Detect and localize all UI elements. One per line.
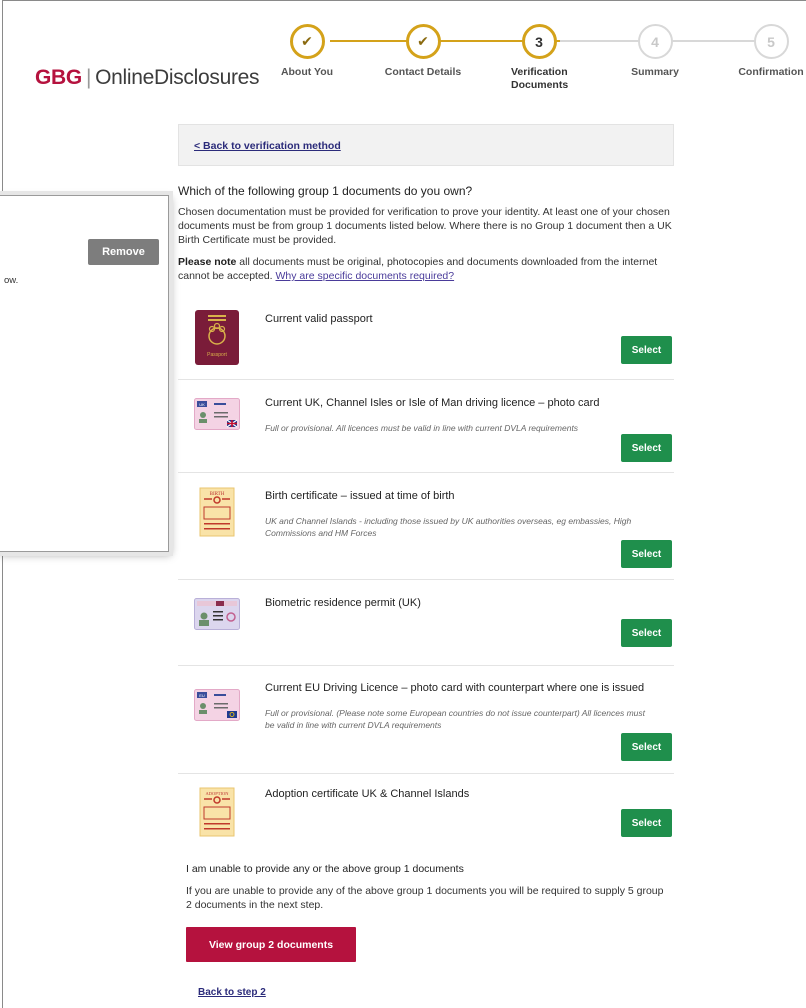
uk-licence-icon: UK: [194, 398, 240, 435]
note-text: Please note all documents must be origin…: [178, 255, 674, 283]
document-description: Full or provisional. (Please note some E…: [265, 708, 646, 730]
step-label: Confirmation: [738, 66, 804, 78]
document-title: Adoption certificate UK & Channel Island…: [265, 788, 470, 800]
step-number: 3: [521, 24, 557, 59]
step-about-you: ✔ About You: [257, 24, 357, 79]
step-number: 4: [637, 24, 673, 59]
eu-licence-icon: EU: [194, 689, 240, 726]
step-check-icon: ✔: [405, 24, 441, 59]
document-list: Passport Current valid passport Select U…: [178, 302, 674, 859]
remove-button[interactable]: Remove: [88, 239, 159, 265]
back-to-verification-link[interactable]: < Back to verification method: [194, 140, 341, 152]
main-content: < Back to verification method Which of t…: [178, 124, 674, 859]
selected-documents-panel: Remove ow.: [0, 195, 169, 552]
no-group1-description: If you are unable to provide any of the …: [186, 885, 664, 911]
step-label: Summary: [631, 66, 679, 78]
svg-text:ADOPTION: ADOPTION: [206, 791, 230, 796]
panel-text-fragment: ow.: [4, 275, 19, 286]
passport-icon: Passport: [194, 309, 240, 371]
birth-certificate-icon: BIRTH: [194, 487, 240, 542]
note-bold: Please note: [178, 256, 237, 268]
step-summary: 4 Summary: [605, 24, 705, 79]
document-title: Current EU Driving Licence – photo card …: [265, 682, 645, 694]
why-documents-link[interactable]: Why are specific documents required?: [276, 270, 455, 282]
select-passport-button[interactable]: Select: [621, 336, 672, 364]
select-residence-permit-button[interactable]: Select: [621, 619, 672, 647]
step-label: Verification Documents: [511, 66, 569, 91]
document-title: Birth certificate – issued at time of bi…: [265, 490, 455, 502]
select-uk-licence-button[interactable]: Select: [621, 434, 672, 462]
document-item-residence-permit: Biometric residence permit (UK) Select: [178, 580, 674, 666]
svg-text:Passport: Passport: [207, 352, 227, 358]
step-label: About You: [280, 66, 334, 78]
step-confirmation: 5 Confirmation: [721, 24, 806, 79]
select-birth-certificate-button[interactable]: Select: [621, 540, 672, 568]
step-label: Contact Details: [384, 66, 462, 78]
adoption-certificate-icon: ADOPTION: [194, 787, 240, 842]
document-item-adoption-certificate: ADOPTION Adoption certificate UK & Chann…: [178, 774, 674, 859]
document-title: Current valid passport: [265, 313, 373, 325]
page-question: Which of the following group 1 documents…: [178, 184, 473, 198]
document-description: UK and Channel Islands - including those…: [265, 516, 632, 538]
progress-stepper: ✔ About You ✔ Contact Details 3 Verifica…: [0, 0, 806, 100]
step-check-icon: ✔: [289, 24, 325, 59]
document-item-passport: Passport Current valid passport Select: [178, 302, 674, 380]
select-eu-licence-button[interactable]: Select: [621, 733, 672, 761]
back-bar: < Back to verification method: [178, 124, 674, 166]
document-title: Current UK, Channel Isles or Isle of Man…: [265, 397, 600, 409]
step-number: 5: [753, 24, 789, 59]
document-item-birth-certificate: BIRTH Birth certificate – issued at time…: [178, 473, 674, 580]
step-verification-documents: 3 Verification Documents: [489, 24, 589, 92]
svg-text:UK: UK: [199, 402, 205, 407]
document-title: Biometric residence permit (UK): [265, 597, 421, 609]
document-item-eu-licence: EU Current EU Driving Licence – photo ca…: [178, 666, 674, 774]
intro-text: Chosen documentation must be provided fo…: [178, 206, 672, 246]
residence-permit-icon: [194, 598, 240, 635]
svg-text:EU: EU: [199, 693, 205, 698]
back-to-step-2-link[interactable]: Back to step 2: [198, 987, 266, 998]
no-group1-heading: I am unable to provide any or the above …: [186, 863, 464, 875]
view-group2-documents-button[interactable]: View group 2 documents: [186, 927, 356, 962]
svg-text:BIRTH: BIRTH: [210, 492, 225, 497]
select-adoption-certificate-button[interactable]: Select: [621, 809, 672, 837]
document-item-uk-licence: UK Current UK, Channel Isles or Isle of …: [178, 380, 674, 473]
step-contact-details: ✔ Contact Details: [373, 24, 473, 79]
document-description: Full or provisional. All licences must b…: [265, 423, 579, 433]
